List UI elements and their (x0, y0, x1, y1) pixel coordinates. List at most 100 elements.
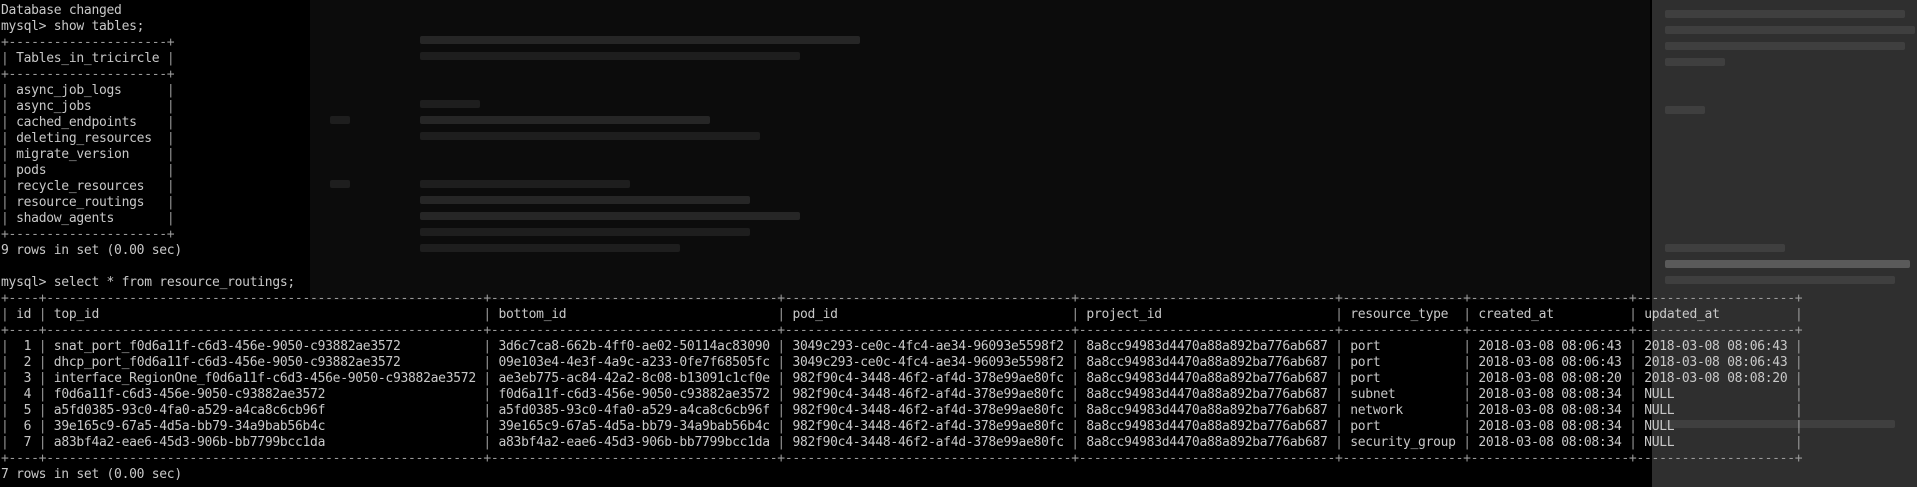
column-separator: | (159, 83, 175, 98)
table-cell: resource_type (1350, 307, 1449, 322)
terminal-window[interactable]: Database changed mysql> show tables; +----… (0, 0, 1917, 487)
cell-padding (16, 355, 24, 370)
table-cell: 2018-03-08 08:08:20 (1644, 371, 1788, 386)
table-cell: migrate_version (16, 147, 130, 162)
cell-padding (129, 147, 159, 162)
table-row: | 6 | 39e165c9-67a5-4d5a-bb79-34a9bab56b… (1, 419, 1803, 435)
column-separator: | (1621, 435, 1645, 450)
table-cell: 8a8cc94983d4470a88a892ba776ab687 (1086, 355, 1328, 370)
column-separator: | (1, 147, 17, 162)
column-separator: | (1, 115, 17, 130)
table-cell: 2018-03-08 08:06:43 (1644, 355, 1788, 370)
table-border: +----+----------------------------------… (1, 323, 1803, 339)
table-header-row: | Tables_in_tricircle | (1, 51, 1803, 67)
column-separator: | (1455, 355, 1479, 370)
column-separator: | (769, 371, 793, 386)
column-separator: | (1621, 403, 1645, 418)
cell-padding (1674, 435, 1787, 450)
column-separator: | (769, 419, 793, 434)
cell-padding (1162, 307, 1328, 322)
table-row: | shadow_agents | (1, 211, 1803, 227)
table-cell: updated_at (1644, 307, 1720, 322)
column-separator: | (1, 179, 17, 194)
column-separator: | (475, 339, 499, 354)
table-cell: port (1350, 371, 1381, 386)
column-separator: | (1455, 403, 1479, 418)
table-cell: 8a8cc94983d4470a88a892ba776ab687 (1086, 371, 1328, 386)
table-cell: NULL (1644, 435, 1675, 450)
column-separator: | (1, 163, 17, 178)
table-cell: resource_routings (16, 195, 145, 210)
column-separator: | (769, 403, 793, 418)
column-separator: | (769, 387, 793, 402)
terminal-output[interactable]: Database changed mysql> show tables; +----… (1, 3, 1803, 483)
column-separator: | (1621, 339, 1645, 354)
column-separator: | (1327, 419, 1351, 434)
table-cell: 8a8cc94983d4470a88a892ba776ab687 (1086, 339, 1328, 354)
cell-padding (46, 163, 159, 178)
column-separator: | (1787, 403, 1803, 418)
table-cell: a5fd0385-93c0-4fa0-a529-a4ca8c6cb96f (53, 403, 326, 418)
table-border: +---------------------+ (1, 67, 1803, 83)
prompt: mysql> (1, 19, 54, 34)
column-separator: | (159, 211, 175, 226)
column-separator: | (1621, 355, 1645, 370)
table-cell: interface_RegionOne_f0d6a11f-c6d3-456e-9… (53, 371, 476, 386)
column-separator: | (31, 371, 54, 386)
cell-padding (122, 83, 160, 98)
table-row: | resource_routings | (1, 195, 1803, 211)
column-separator: | (159, 99, 175, 114)
column-header: Tables_in_tricircle (16, 51, 160, 66)
column-separator: | (1, 51, 17, 66)
column-separator: | (1, 195, 17, 210)
cell-padding (144, 195, 159, 210)
table-cell: NULL (1644, 387, 1675, 402)
cell-padding (91, 99, 159, 114)
table-cell: 3d6c7ca8-662b-4ff0-ae02-50114ac83090 (498, 339, 770, 354)
table-row: | 5 | a5fd0385-93c0-4fa0-a529-a4ca8c6cb9… (1, 403, 1803, 419)
column-separator: | (475, 307, 499, 322)
table-cell: 8a8cc94983d4470a88a892ba776ab687 (1086, 403, 1328, 418)
table-cell: 982f90c4-3448-46f2-af4d-378e99ae80fc (792, 435, 1064, 450)
table-row: | 7 | a83bf4a2-eae6-45d3-906b-bb7799bcc1… (1, 435, 1803, 451)
table-cell: f0d6a11f-c6d3-456e-9050-c93882ae3572 (53, 387, 326, 402)
cell-padding (1448, 307, 1456, 322)
column-separator: | (1621, 307, 1645, 322)
cell-padding (1554, 307, 1622, 322)
table-cell: network (1350, 403, 1403, 418)
cell-padding (1403, 403, 1456, 418)
table-row: | cached_endpoints | (1, 115, 1803, 131)
border-line: +---------------------+ (1, 227, 175, 242)
border-line: +----+----------------------------------… (1, 323, 1803, 338)
column-separator: | (1327, 403, 1351, 418)
column-separator: | (1, 131, 17, 146)
cell-padding (114, 211, 159, 226)
table-cell: pod_id (792, 307, 838, 322)
table-cell: 2018-03-08 08:08:34 (1478, 419, 1622, 434)
column-separator: | (1787, 307, 1803, 322)
table-row: | async_job_logs | (1, 83, 1803, 99)
column-separator: | (1, 403, 17, 418)
column-separator: | (1327, 387, 1351, 402)
cell-padding (16, 435, 24, 450)
table-border: +----+----------------------------------… (1, 291, 1803, 307)
column-separator: | (1, 211, 17, 226)
column-separator: | (1063, 355, 1087, 370)
table-cell: top_id (53, 307, 100, 322)
column-separator: | (1455, 435, 1479, 450)
column-separator: | (1, 99, 17, 114)
table-row: | async_jobs | (1, 99, 1803, 115)
column-separator: | (31, 435, 54, 450)
table-cell: shadow_agents (16, 211, 115, 226)
column-separator: | (769, 339, 793, 354)
table-cell: security_group (1350, 435, 1456, 450)
column-separator: | (1063, 419, 1087, 434)
table-row: | 3 | interface_RegionOne_f0d6a11f-c6d3-… (1, 371, 1803, 387)
cell-padding (325, 419, 476, 434)
table-cell: 3049c293-ce0c-4fc4-ae34-96093e5598f2 (792, 355, 1064, 370)
column-separator: | (1, 435, 17, 450)
table-cell: bottom_id (498, 307, 567, 322)
column-separator: | (1787, 419, 1803, 434)
table-cell: async_job_logs (16, 83, 122, 98)
column-separator: | (1455, 419, 1479, 434)
